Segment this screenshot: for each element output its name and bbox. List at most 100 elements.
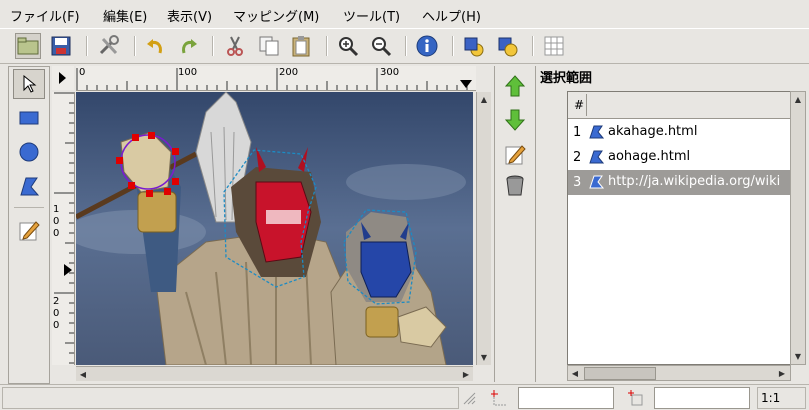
zoom-in-icon xyxy=(339,37,359,57)
polygon-icon xyxy=(589,150,604,164)
scroll-down-arrow[interactable]: ▼ xyxy=(791,349,805,363)
polygon-tool[interactable] xyxy=(13,171,45,201)
menu-bar: ファイル(F) 編集(E) 表示(V) マッピング(M) ツール(T) ヘルプ(… xyxy=(0,0,809,26)
copy-icon xyxy=(259,36,279,56)
canvas-horizontal-scrollbar[interactable]: ◀ ▶ xyxy=(76,366,473,381)
send-to-back-button[interactable] xyxy=(494,33,520,59)
zoom-out-button[interactable] xyxy=(368,33,394,59)
selection-panel-title: 選択範囲 xyxy=(540,71,593,86)
arrow-down-icon xyxy=(505,109,525,131)
horizontal-ruler-ticks xyxy=(76,68,468,90)
scrollbar-thumb[interactable] xyxy=(584,367,656,380)
move-up-button[interactable] xyxy=(501,72,529,100)
resize-grip-icon xyxy=(463,392,476,405)
ruler-v-label-200: 2 0 0 xyxy=(53,296,60,331)
send-to-back-icon xyxy=(498,37,518,57)
row-number: 1 xyxy=(573,125,582,140)
menu-edit[interactable]: 編集(E) xyxy=(103,6,147,25)
cut-icon xyxy=(227,36,243,56)
selection-row-2[interactable]: 2 aohage.html xyxy=(568,145,790,170)
edit-icon xyxy=(19,221,40,241)
row-url: aohage.html xyxy=(608,149,691,164)
row-url: akahage.html xyxy=(608,124,698,139)
selection-vertical-scrollbar[interactable]: ▲ ▼ xyxy=(790,91,806,365)
pointer-tool[interactable] xyxy=(13,69,45,99)
circle-icon xyxy=(19,142,39,162)
selection-horizontal-scrollbar[interactable]: ◀ ▶ xyxy=(567,365,791,381)
vertical-ruler: 1 0 0 2 0 0 xyxy=(52,92,75,365)
canvas-vertical-scrollbar[interactable]: ▲ ▼ xyxy=(476,92,491,365)
info-button[interactable] xyxy=(414,33,440,59)
scroll-down-arrow[interactable]: ▼ xyxy=(477,350,491,364)
image-canvas[interactable] xyxy=(76,92,473,365)
column-header-number[interactable]: # xyxy=(574,98,584,112)
menu-mapping[interactable]: マッピング(M) xyxy=(233,6,319,25)
save-icon xyxy=(51,36,71,56)
circle-tool[interactable] xyxy=(13,137,45,167)
open-icon xyxy=(17,37,39,55)
scroll-left-arrow[interactable]: ◀ xyxy=(568,366,582,380)
menu-tools[interactable]: ツール(T) xyxy=(343,6,400,25)
status-message xyxy=(2,387,459,409)
move-to-front-icon xyxy=(464,37,484,57)
cut-button[interactable] xyxy=(222,33,248,59)
row-number: 2 xyxy=(573,150,582,165)
toolbar xyxy=(0,28,809,64)
zoom-out-icon xyxy=(372,37,392,57)
paste-button[interactable] xyxy=(288,33,314,59)
menu-file[interactable]: ファイル(F) xyxy=(10,6,80,25)
scroll-up-arrow[interactable]: ▲ xyxy=(791,92,805,106)
ruler-h-label-300: 300 xyxy=(380,67,400,78)
polygon-icon xyxy=(589,125,604,139)
polygon-icon xyxy=(20,177,40,196)
move-down-button[interactable] xyxy=(501,106,529,134)
drawing-tools-panel xyxy=(8,66,50,384)
delete-area-button[interactable] xyxy=(501,172,529,200)
grid-button[interactable] xyxy=(541,33,567,59)
namahage-photo xyxy=(76,92,473,365)
ruler-h-label-0: 0 xyxy=(79,67,86,78)
status-bar: 1:1 xyxy=(0,384,809,410)
redo-icon xyxy=(182,39,197,54)
preferences-icon xyxy=(99,35,119,55)
zoom-level: 1:1 xyxy=(757,387,806,409)
paste-icon xyxy=(292,36,310,57)
selection-list[interactable]: # 1 akahage.html 2 aohage.html 3 http://… xyxy=(567,91,791,365)
ruler-corner xyxy=(52,66,74,90)
area-order-panel xyxy=(494,66,536,382)
edit-area-button[interactable] xyxy=(501,140,529,168)
selection-row-1[interactable]: 1 akahage.html xyxy=(568,120,790,145)
info-icon xyxy=(416,35,438,57)
rectangle-tool[interactable] xyxy=(13,103,45,133)
menu-help[interactable]: ヘルプ(H) xyxy=(422,6,481,25)
copy-button[interactable] xyxy=(256,33,282,59)
size-field xyxy=(654,387,750,409)
trash-icon xyxy=(506,175,524,196)
scroll-up-arrow[interactable]: ▲ xyxy=(477,92,491,106)
undo-button[interactable] xyxy=(142,33,168,59)
save-button[interactable] xyxy=(48,33,74,59)
zoom-in-button[interactable] xyxy=(335,33,361,59)
polygon-icon xyxy=(589,175,604,189)
ruler-v-label-100: 1 0 0 xyxy=(53,204,60,239)
selection-row-3[interactable]: 3 http://ja.wikipedia.org/wiki xyxy=(568,170,790,195)
coordinate-icon xyxy=(491,390,507,406)
move-to-front-button[interactable] xyxy=(460,33,486,59)
edit-icon xyxy=(505,145,526,165)
menu-view[interactable]: 表示(V) xyxy=(167,6,212,25)
open-button[interactable] xyxy=(15,33,41,59)
row-number: 3 xyxy=(573,175,582,190)
row-url: http://ja.wikipedia.org/wiki xyxy=(608,174,781,189)
preferences-button[interactable] xyxy=(96,33,122,59)
edit-tool[interactable] xyxy=(13,215,45,245)
ruler-h-label-100: 100 xyxy=(178,67,198,78)
scroll-right-arrow[interactable]: ▶ xyxy=(459,367,473,381)
redo-button[interactable] xyxy=(176,33,202,59)
rectangle-icon xyxy=(19,111,39,125)
grid-icon xyxy=(544,36,564,56)
pointer-icon xyxy=(23,75,37,93)
scroll-right-arrow[interactable]: ▶ xyxy=(775,366,789,380)
scroll-left-arrow[interactable]: ◀ xyxy=(76,367,90,381)
ruler-h-label-200: 200 xyxy=(279,67,299,78)
arrow-up-icon xyxy=(505,75,525,97)
